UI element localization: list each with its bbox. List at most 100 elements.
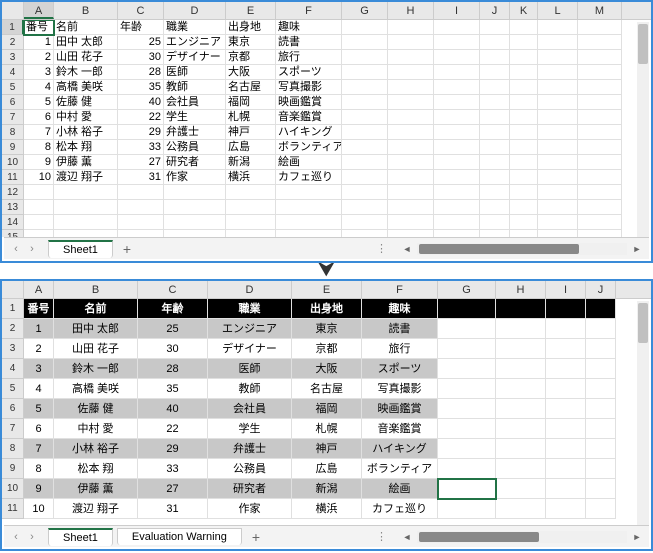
cell[interactable]: 2 [24, 50, 54, 65]
cell[interactable] [538, 50, 578, 65]
cell[interactable]: 7 [24, 439, 54, 459]
cell[interactable]: 公務員 [208, 459, 292, 479]
select-all-corner[interactable] [2, 281, 24, 298]
cell[interactable]: 読書 [362, 319, 438, 339]
cell[interactable] [510, 95, 538, 110]
cell[interactable] [496, 359, 546, 379]
cell[interactable] [586, 379, 616, 399]
column-header-L[interactable]: L [538, 2, 578, 19]
tab-evaluation-warning[interactable]: Evaluation Warning [117, 528, 242, 545]
cell[interactable]: 高橋 美咲 [54, 379, 138, 399]
cell[interactable]: 音楽鑑賞 [362, 419, 438, 439]
row-header-10[interactable]: 10 [2, 155, 24, 170]
cell[interactable]: 弁護士 [208, 439, 292, 459]
cell[interactable] [510, 20, 538, 35]
cell[interactable]: 25 [118, 35, 164, 50]
row-header-2[interactable]: 2 [2, 319, 24, 339]
column-header-B[interactable]: B [54, 281, 138, 298]
cell[interactable] [578, 35, 622, 50]
cell[interactable] [538, 65, 578, 80]
cell[interactable]: 横浜 [292, 499, 362, 519]
cell[interactable] [586, 319, 616, 339]
cell[interactable]: 40 [118, 95, 164, 110]
column-header-E[interactable]: E [292, 281, 362, 298]
cell[interactable]: 5 [24, 95, 54, 110]
cell[interactable] [434, 35, 480, 50]
cell[interactable] [342, 35, 388, 50]
cell[interactable]: 22 [118, 110, 164, 125]
cell[interactable] [496, 339, 546, 359]
cell[interactable] [438, 419, 496, 439]
cell[interactable] [578, 185, 622, 200]
cell[interactable] [438, 459, 496, 479]
cell[interactable] [480, 200, 510, 215]
cell[interactable]: 福岡 [226, 95, 276, 110]
cell[interactable]: 8 [24, 140, 54, 155]
hscroll-left-icon[interactable]: ◄ [401, 244, 413, 254]
cell[interactable]: 写真撮影 [276, 80, 342, 95]
cell[interactable]: 6 [24, 110, 54, 125]
cell[interactable] [546, 479, 586, 499]
cell[interactable] [434, 125, 480, 140]
column-header-K[interactable]: K [510, 2, 538, 19]
cell[interactable]: 29 [138, 439, 208, 459]
cell[interactable] [342, 155, 388, 170]
cell[interactable]: 写真撮影 [362, 379, 438, 399]
row-header-2[interactable]: 2 [2, 35, 24, 50]
column-header-D[interactable]: D [208, 281, 292, 298]
cell[interactable] [438, 439, 496, 459]
hscroll-thumb[interactable] [419, 244, 579, 254]
cell[interactable] [434, 95, 480, 110]
cell[interactable]: 教師 [208, 379, 292, 399]
cell[interactable] [164, 200, 226, 215]
cell[interactable] [510, 65, 538, 80]
cell[interactable] [118, 230, 164, 237]
cell[interactable]: 田中 太郎 [54, 35, 118, 50]
cell[interactable] [538, 200, 578, 215]
cell[interactable] [438, 499, 496, 519]
cell[interactable]: 職業 [164, 20, 226, 35]
cell[interactable]: 新潟 [292, 479, 362, 499]
cell[interactable] [578, 110, 622, 125]
cell[interactable]: 福岡 [292, 399, 362, 419]
cell[interactable]: 31 [138, 499, 208, 519]
cell[interactable]: 絵画 [276, 155, 342, 170]
cell[interactable] [342, 215, 388, 230]
column-header-B[interactable]: B [54, 2, 118, 19]
cell[interactable]: 職業 [208, 299, 292, 319]
cell[interactable]: 大阪 [292, 359, 362, 379]
cell[interactable] [538, 155, 578, 170]
cell[interactable]: 弁護士 [164, 125, 226, 140]
cell[interactable]: 伊藤 薫 [54, 479, 138, 499]
cell[interactable] [388, 125, 434, 140]
cell[interactable]: 絵画 [362, 479, 438, 499]
row-header-3[interactable]: 3 [2, 50, 24, 65]
cell[interactable]: 山田 花子 [54, 50, 118, 65]
cell[interactable]: 大阪 [226, 65, 276, 80]
cell[interactable] [578, 95, 622, 110]
cell[interactable]: 9 [24, 479, 54, 499]
cell[interactable] [388, 50, 434, 65]
cell[interactable] [276, 215, 342, 230]
cell[interactable]: 名前 [54, 299, 138, 319]
cell[interactable]: カフェ巡り [276, 170, 342, 185]
cell[interactable] [342, 140, 388, 155]
cell[interactable]: 25 [138, 319, 208, 339]
cell[interactable] [434, 20, 480, 35]
row-header-11[interactable]: 11 [2, 170, 24, 185]
cell[interactable] [578, 230, 622, 237]
cell[interactable]: 音楽鑑賞 [276, 110, 342, 125]
row-header-15[interactable]: 15 [2, 230, 24, 237]
hscroll-thumb[interactable] [419, 532, 539, 542]
hscroll-left-icon[interactable]: ◄ [401, 532, 413, 542]
cell[interactable] [480, 110, 510, 125]
cell[interactable]: 東京 [292, 319, 362, 339]
cell[interactable]: ハイキング [362, 439, 438, 459]
cell[interactable] [342, 230, 388, 237]
cell[interactable]: デザイナー [208, 339, 292, 359]
cell[interactable]: 趣味 [362, 299, 438, 319]
cell[interactable] [118, 185, 164, 200]
cell[interactable] [388, 140, 434, 155]
cell[interactable] [578, 140, 622, 155]
column-header-G[interactable]: G [438, 281, 496, 298]
